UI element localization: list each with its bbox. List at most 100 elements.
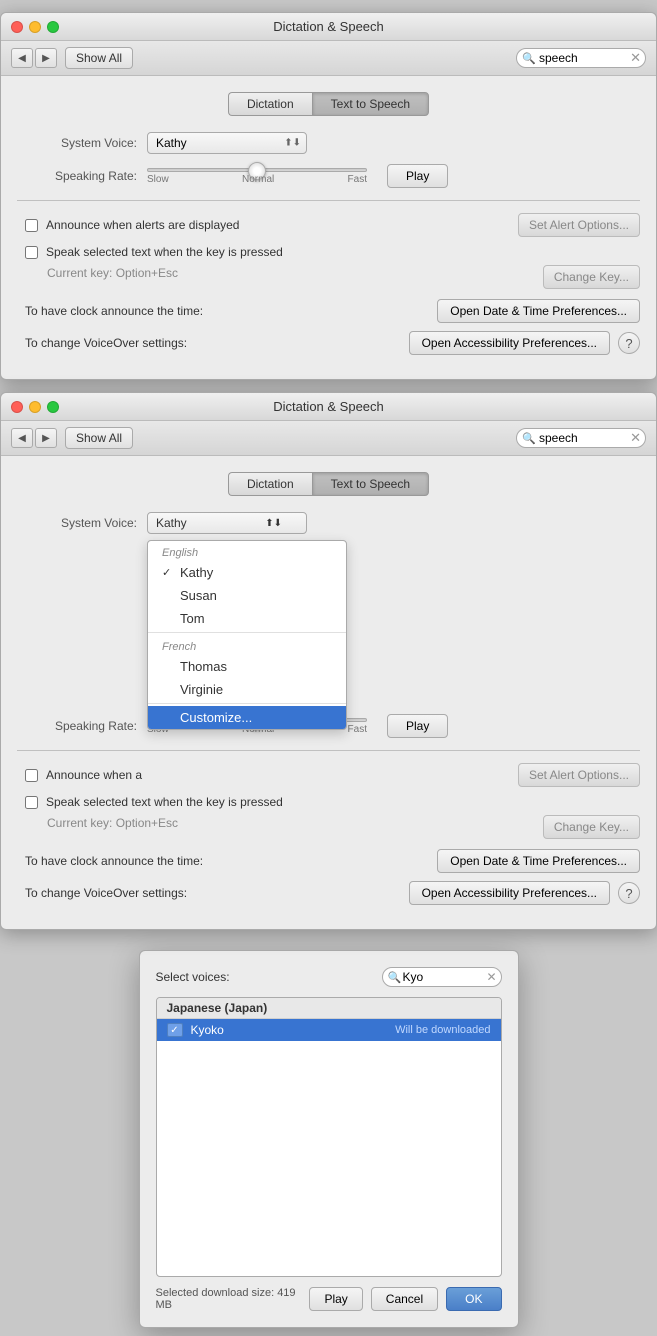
announce-row-1: Announce when alerts are displayed Set A… [17, 213, 640, 237]
voice-dropdown: English ✓ Kathy Susan Tom French [147, 540, 347, 730]
dialog-footer: Selected download size: 419 MB Play Canc… [156, 1287, 502, 1311]
speak-label-2: Speak selected text when the key is pres… [46, 795, 283, 809]
dialog-search-icon: 🔍 [388, 971, 402, 984]
voice-option-thomas[interactable]: Thomas [148, 655, 346, 678]
play-button-2[interactable]: Play [387, 714, 448, 738]
nav-back-2[interactable]: ◀ [11, 428, 33, 448]
window1: Dictation & Speech ◀ ▶ Show All 🔍 ✕ Dict… [0, 12, 657, 380]
help-button-1[interactable]: ? [618, 332, 640, 354]
system-voice-row-2: System Voice: Kathy ⬆⬇ English ✓ Kathy [17, 512, 640, 534]
titlebar-1: Dictation & Speech [1, 13, 656, 41]
maximize-button-2[interactable] [47, 401, 59, 413]
tab-control-1: Dictation Text to Speech [17, 92, 640, 116]
content-2: Dictation Text to Speech System Voice: K… [1, 456, 656, 929]
announce-checkbox-1[interactable] [25, 219, 38, 232]
dialog-play-button[interactable]: Play [309, 1287, 362, 1311]
download-size: Selected download size: 419 MB [156, 1287, 310, 1311]
dialog-cancel-button[interactable]: Cancel [371, 1287, 438, 1311]
change-key-button-1[interactable]: Change Key... [543, 265, 640, 289]
voice-option-kathy[interactable]: ✓ Kathy [148, 561, 346, 584]
tab-dictation-1[interactable]: Dictation [228, 92, 312, 116]
show-all-button-2[interactable]: Show All [65, 427, 133, 449]
help-button-2[interactable]: ? [618, 882, 640, 904]
dialog-search-clear[interactable]: ✕ [486, 970, 496, 984]
voice-option-virginie[interactable]: Virginie [148, 678, 346, 701]
voiceover-button-1[interactable]: Open Accessibility Preferences... [409, 331, 610, 355]
slider-labels-1: Slow Normal Fast [147, 174, 367, 185]
content-1: Dictation Text to Speech System Voice: K… [1, 76, 656, 379]
dropdown-divider-1 [148, 632, 346, 633]
play-button-1[interactable]: Play [387, 164, 448, 188]
close-button-1[interactable] [11, 21, 23, 33]
voice-name-susan: Susan [180, 588, 217, 603]
change-key-button-2[interactable]: Change Key... [543, 815, 640, 839]
clock-label-1: To have clock announce the time: [25, 304, 437, 318]
minimize-button-2[interactable] [29, 401, 41, 413]
toolbar-2: ◀ ▶ Show All 🔍 ✕ [1, 421, 656, 456]
speak-checkbox-1[interactable] [25, 246, 38, 259]
close-button-2[interactable] [11, 401, 23, 413]
tab-dictation-2[interactable]: Dictation [228, 472, 312, 496]
nav-buttons-1: ◀ ▶ [11, 48, 57, 68]
dialog-search: 🔍 ✕ [382, 967, 502, 987]
speak-checkbox-2[interactable] [25, 796, 38, 809]
dialog-buttons: Play Cancel OK [309, 1287, 501, 1311]
show-all-button-1[interactable]: Show All [65, 47, 133, 69]
clock-button-2[interactable]: Open Date & Time Preferences... [437, 849, 640, 873]
divider-2 [17, 750, 640, 751]
system-voice-select-1[interactable]: Kathy [147, 132, 307, 154]
speaking-rate-row-1: Speaking Rate: Slow Normal Fast Play [17, 164, 640, 188]
maximize-button-1[interactable] [47, 21, 59, 33]
voiceover-label-2: To change VoiceOver settings: [25, 886, 409, 900]
select-voices-dialog: Select voices: 🔍 ✕ Japanese (Japan) ✓ Ky… [139, 950, 519, 1328]
slider-fast-2: Fast [348, 724, 367, 735]
dialog-header: Select voices: 🔍 ✕ [156, 967, 502, 987]
clock-button-1[interactable]: Open Date & Time Preferences... [437, 299, 640, 323]
voice-select-display[interactable]: Kathy ⬆⬇ [147, 512, 307, 534]
speaking-rate-slider-1[interactable] [147, 168, 367, 172]
tab-text-to-speech-2[interactable]: Text to Speech [312, 472, 429, 496]
speak-row-1: Speak selected text when the key is pres… [17, 245, 640, 259]
voice-check-kyoko[interactable]: ✓ [167, 1023, 183, 1037]
voice-option-tom[interactable]: Tom [148, 607, 346, 630]
titlebar-2: Dictation & Speech [1, 393, 656, 421]
search-clear-1[interactable]: ✕ [630, 50, 641, 66]
nav-back-1[interactable]: ◀ [11, 48, 33, 68]
voiceover-row-1: To change VoiceOver settings: Open Acces… [17, 331, 640, 355]
nav-forward-2[interactable]: ▶ [35, 428, 57, 448]
tab-control-2: Dictation Text to Speech [17, 472, 640, 496]
dialog-ok-button[interactable]: OK [446, 1287, 501, 1311]
speak-label-1: Speak selected text when the key is pres… [46, 245, 283, 259]
current-key-2: Current key: Option+Esc [25, 816, 178, 830]
slider-slow-1: Slow [147, 174, 169, 185]
speaking-rate-label-1: Speaking Rate: [17, 169, 137, 183]
window-title-1: Dictation & Speech [273, 19, 384, 34]
voice-option-customize[interactable]: Customize... [148, 706, 346, 729]
tab-text-to-speech-1[interactable]: Text to Speech [312, 92, 429, 116]
announce-checkbox-2[interactable] [25, 769, 38, 782]
set-alert-button-2[interactable]: Set Alert Options... [518, 763, 640, 787]
nav-buttons-2: ◀ ▶ [11, 428, 57, 448]
voice-name-tom: Tom [180, 611, 205, 626]
voice-option-susan[interactable]: Susan [148, 584, 346, 607]
dropdown-divider-2 [148, 703, 346, 704]
voice-select-wrap-1: Kathy ⬆⬇ [147, 132, 307, 154]
slider-fast-1: Fast [348, 174, 367, 185]
voiceover-button-2[interactable]: Open Accessibility Preferences... [409, 881, 610, 905]
set-alert-button-1[interactable]: Set Alert Options... [518, 213, 640, 237]
minimize-button-1[interactable] [29, 21, 41, 33]
voice-name-kyoko: Kyoko [191, 1023, 396, 1037]
voice-item-kyoko[interactable]: ✓ Kyoko Will be downloaded [157, 1019, 501, 1041]
search-icon-2: 🔍 [522, 432, 536, 445]
clock-row-2: To have clock announce the time: Open Da… [17, 849, 640, 873]
search-icon-1: 🔍 [522, 52, 536, 65]
nav-forward-1[interactable]: ▶ [35, 48, 57, 68]
window-title-2: Dictation & Speech [273, 399, 384, 414]
clock-label-2: To have clock announce the time: [25, 854, 437, 868]
voice-list: Japanese (Japan) ✓ Kyoko Will be downloa… [156, 997, 502, 1277]
voice-name-thomas: Thomas [180, 659, 227, 674]
search-clear-2[interactable]: ✕ [630, 430, 641, 446]
voice-select-context: Kathy ⬆⬇ English ✓ Kathy Susan [147, 512, 307, 534]
speak-row-2: Speak selected text when the key is pres… [17, 795, 640, 809]
voice-name-virginie: Virginie [180, 682, 223, 697]
